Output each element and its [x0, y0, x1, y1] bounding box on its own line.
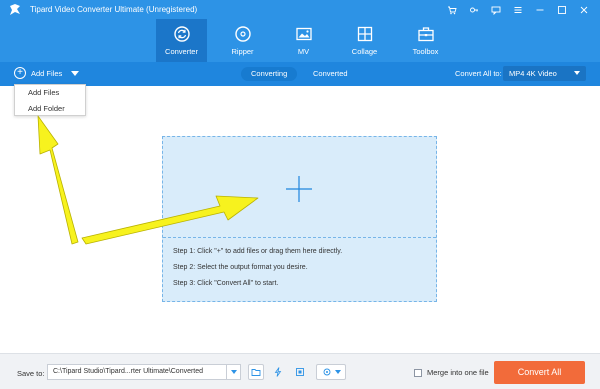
output-format-value: MP4 4K Video — [509, 69, 557, 78]
output-format-select[interactable]: MP4 4K Video — [503, 66, 586, 81]
merge-option[interactable]: Merge into one file — [414, 368, 489, 377]
nav-tab-mv[interactable]: MV — [278, 19, 329, 62]
converter-icon — [173, 26, 190, 42]
close-icon[interactable] — [574, 2, 594, 18]
nav-tab-label: Ripper — [231, 47, 254, 56]
chevron-down-icon[interactable] — [226, 365, 240, 379]
open-folder-button[interactable] — [248, 364, 264, 380]
chevron-down-icon — [574, 71, 580, 75]
menu-item-add-folder[interactable]: Add Folder — [15, 101, 85, 117]
instructions: Step 1: Click "+" to add files or drag t… — [173, 248, 342, 296]
menu-icon[interactable] — [508, 2, 528, 18]
feedback-icon[interactable] — [486, 2, 506, 18]
ripper-icon — [234, 26, 251, 42]
maximize-icon[interactable] — [552, 2, 572, 18]
gpu-icon — [296, 368, 304, 376]
save-path-value: C:\Tipard Studio\Tipard...rter Ultimate\… — [53, 368, 204, 375]
hardware-acceleration-button[interactable] — [270, 364, 286, 380]
save-to-label: Save to: — [17, 369, 45, 378]
add-file-plus-icon[interactable] — [285, 175, 313, 203]
convert-all-button[interactable]: Convert All — [494, 361, 585, 384]
folder-icon — [251, 369, 261, 376]
lightning-icon — [274, 367, 282, 377]
window-title: Tipard Video Converter Ultimate (Unregis… — [30, 5, 198, 14]
arrow-to-add-files — [37, 115, 79, 245]
nav-tab-toolbox[interactable]: Toolbox — [400, 19, 451, 62]
nav-tab-converter[interactable]: Converter — [156, 19, 207, 62]
main-nav: Converter Ripper MV Collage Toolbox — [156, 19, 461, 62]
minimize-icon[interactable] — [530, 2, 550, 18]
gpu-acceleration-button[interactable] — [292, 364, 308, 380]
file-drop-zone[interactable]: Step 1: Click "+" to add files or drag t… — [162, 136, 437, 302]
nav-tab-ripper[interactable]: Ripper — [217, 19, 268, 62]
cart-icon[interactable] — [442, 2, 462, 18]
collage-icon — [357, 26, 372, 42]
window-controls — [442, 2, 594, 18]
toolbar: + Add Files Converting Converted Convert… — [0, 62, 600, 86]
merge-checkbox[interactable] — [414, 368, 422, 377]
add-files-menu: Add Files Add Folder — [14, 84, 86, 116]
nav-tab-label: Collage — [351, 47, 378, 56]
save-path-field[interactable]: C:\Tipard Studio\Tipard...rter Ultimate\… — [47, 364, 241, 380]
gear-icon — [323, 368, 330, 376]
bottom-bar: Save to: C:\Tipard Studio\Tipard...rter … — [0, 353, 600, 389]
app-logo-icon — [10, 4, 20, 15]
title-bar: Tipard Video Converter Ultimate (Unregis… — [0, 0, 600, 62]
step-2-text: Step 2: Select the output format you des… — [173, 264, 308, 271]
settings-button[interactable] — [316, 364, 346, 380]
merge-label: Merge into one file — [427, 368, 489, 377]
key-icon[interactable] — [464, 2, 484, 18]
convert-all-to-label: Convert All to: — [455, 69, 502, 78]
nav-tab-collage[interactable]: Collage — [339, 19, 390, 62]
drop-zone-divider — [163, 237, 436, 238]
chevron-down-icon — [334, 370, 341, 374]
mv-icon — [295, 27, 312, 41]
toolbox-icon — [417, 27, 434, 42]
step-1-text: Step 1: Click "+" to add files or drag t… — [173, 248, 343, 255]
chevron-down-icon[interactable] — [71, 70, 80, 76]
add-files-button[interactable]: + Add Files — [14, 67, 80, 79]
nav-tab-label: Converter — [165, 47, 198, 56]
add-files-label: Add Files — [31, 68, 63, 78]
step-3-text: Step 3: Click "Convert All" to start. — [173, 280, 279, 287]
add-icon: + — [14, 67, 26, 79]
menu-item-add-files[interactable]: Add Files — [15, 85, 85, 101]
tab-converted[interactable]: Converted — [303, 67, 358, 81]
tab-converting[interactable]: Converting — [241, 67, 298, 81]
nav-tab-label: MV — [297, 47, 310, 56]
nav-tab-label: Toolbox — [412, 47, 439, 56]
